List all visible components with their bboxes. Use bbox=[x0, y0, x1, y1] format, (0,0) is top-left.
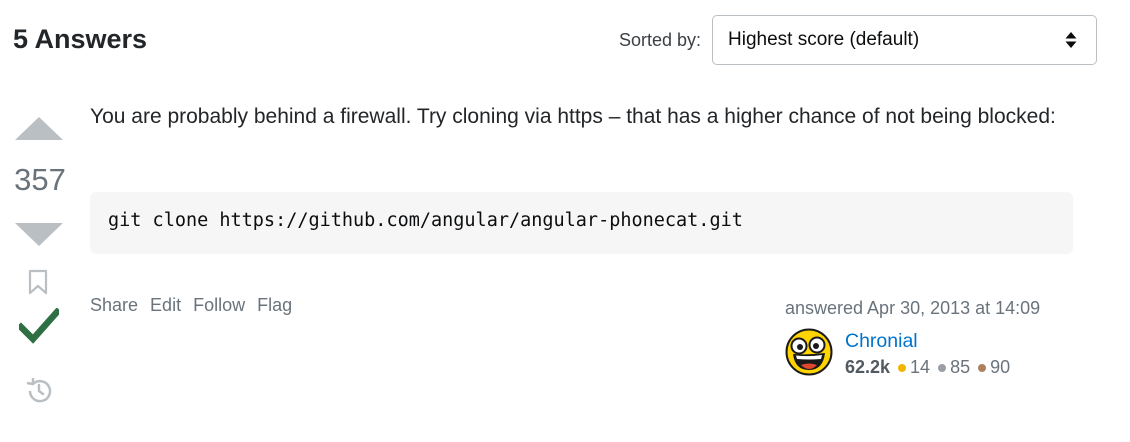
downvote-arrow-icon[interactable] bbox=[14, 222, 64, 247]
vote-count: 357 bbox=[14, 162, 66, 197]
upvote-arrow-icon[interactable] bbox=[14, 116, 64, 141]
gold-badge-count: 14 bbox=[910, 357, 931, 377]
reputation-score: 62.2k bbox=[845, 357, 891, 377]
gold-badges: 14 bbox=[898, 357, 930, 378]
user-card: answered Apr 30, 2013 at 14:09 Chronial … bbox=[785, 298, 1085, 377]
silver-badges: 85 bbox=[938, 357, 970, 378]
answers-count: 5 Answers bbox=[13, 24, 148, 54]
bronze-badges: 90 bbox=[978, 357, 1010, 378]
edit-link[interactable]: Edit bbox=[150, 295, 181, 316]
silver-badge-count: 85 bbox=[950, 357, 971, 377]
flag-link[interactable]: Flag bbox=[257, 295, 292, 316]
sort-label: Sorted by: bbox=[619, 30, 702, 50]
gold-badge-icon bbox=[898, 363, 907, 372]
silver-badge-icon bbox=[938, 363, 947, 372]
bronze-badge-icon bbox=[978, 363, 987, 372]
sort-arrows-icon bbox=[1065, 32, 1077, 48]
answer-body: You are probably behind a firewall. Try … bbox=[90, 105, 1056, 128]
history-icon[interactable] bbox=[24, 376, 54, 406]
bookmark-icon[interactable] bbox=[27, 269, 49, 295]
sort-select-value: Highest score (default) bbox=[728, 29, 920, 50]
code-block: git clone https://github.com/angular/ang… bbox=[90, 192, 1073, 254]
user-stats: 62.2k 14 85 90 bbox=[845, 357, 1018, 378]
user-name-link[interactable]: Chronial bbox=[845, 330, 918, 353]
checkmark-icon bbox=[19, 308, 59, 344]
bronze-badge-count: 90 bbox=[990, 357, 1011, 377]
post-menu: Share Edit Follow Flag bbox=[90, 295, 292, 316]
avatar[interactable] bbox=[785, 328, 833, 376]
answered-timestamp: answered Apr 30, 2013 at 14:09 bbox=[785, 298, 1041, 318]
sort-select[interactable]: Highest score (default) bbox=[712, 15, 1097, 65]
share-link[interactable]: Share bbox=[90, 295, 138, 316]
follow-link[interactable]: Follow bbox=[193, 295, 245, 316]
